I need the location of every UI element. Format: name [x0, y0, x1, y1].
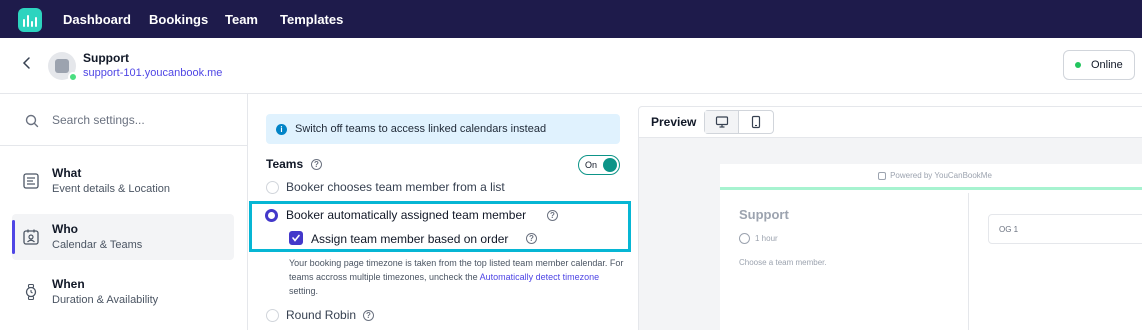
radio-round-robin[interactable]	[266, 309, 279, 322]
status-dot-icon	[1075, 62, 1081, 68]
toggle-knob	[603, 158, 617, 172]
search-icon	[25, 114, 39, 128]
choose-member-text: Choose a team member.	[739, 258, 827, 267]
back-chevron-icon[interactable]	[20, 56, 34, 70]
online-status-button[interactable]: Online	[1063, 50, 1135, 80]
preview-canvas: Powered by YouCanBookMe Support 1 hour C…	[639, 138, 1142, 330]
help-icon[interactable]: ?	[363, 310, 374, 321]
option-label-list: Booker chooses team member from a list	[286, 180, 505, 194]
option-label-round-robin: Round Robin	[286, 308, 357, 322]
info-icon: i	[276, 123, 287, 135]
team-member-option[interactable]: OG 1	[988, 214, 1142, 244]
top-nav: Dashboard Bookings Team Templates	[0, 0, 1142, 38]
nav-team[interactable]: Team	[225, 12, 258, 27]
device-toggle	[704, 110, 774, 134]
settings-sidebar: Search settings... What Event details & …	[0, 94, 248, 330]
sidebar-item-title: What	[52, 166, 82, 180]
status-label: Online	[1091, 59, 1123, 71]
help-icon[interactable]: ?	[311, 159, 322, 170]
desktop-view-button[interactable]	[705, 111, 740, 133]
option-label-auto: Booker automatically assigned team membe…	[286, 208, 527, 222]
booking-page-card: Powered by YouCanBookMe Support 1 hour C…	[720, 164, 1142, 330]
card-title: Support	[739, 207, 789, 222]
auto-timezone-link[interactable]: Automatically detect timezone	[480, 272, 600, 282]
checkbox-assign-by-order[interactable]	[289, 231, 303, 245]
note-suffix: setting.	[289, 286, 319, 296]
app-root: Dashboard Bookings Team Templates Suppor…	[0, 0, 1142, 330]
preview-toolbar: Preview	[639, 107, 1142, 138]
mobile-icon	[751, 115, 761, 129]
preview-panel: Preview Powered by YouCanBookMe Support …	[638, 106, 1142, 330]
sidebar-item-title: Who	[52, 222, 78, 236]
checkbox-label-order: Assign team member based on order	[311, 232, 509, 246]
nav-dashboard[interactable]: Dashboard	[63, 12, 131, 27]
powered-by-text: Powered by YouCanBookMe	[890, 171, 992, 180]
preview-title: Preview	[651, 115, 697, 129]
info-banner-text: Switch off teams to access linked calend…	[295, 123, 547, 135]
radio-auto-assigned[interactable]	[265, 209, 278, 222]
sidebar-item-who[interactable]: Who Calendar & Teams	[12, 214, 234, 260]
page-header: Support support-101.youcanbook.me Online	[0, 38, 1142, 94]
duration-badge: 1 hour	[739, 229, 778, 247]
powered-by-strip: Powered by YouCanBookMe	[720, 164, 1142, 190]
watch-icon	[25, 283, 37, 301]
mobile-view-button[interactable]	[739, 111, 773, 133]
timezone-note: Your booking page timezone is taken from…	[289, 256, 629, 298]
document-icon	[23, 173, 39, 189]
ycbm-logo-icon	[878, 171, 887, 180]
sidebar-item-subtitle: Calendar & Teams	[52, 239, 143, 251]
toggle-label: On	[585, 160, 598, 170]
sidebar-item-what[interactable]: What Event details & Location	[12, 158, 234, 204]
search-bar[interactable]: Search settings...	[0, 94, 248, 146]
booking-url-link[interactable]: support-101.youcanbook.me	[83, 67, 222, 79]
clock-icon	[739, 232, 750, 244]
radio-choose-from-list[interactable]	[266, 181, 279, 194]
sidebar-item-subtitle: Duration & Availability	[52, 294, 159, 306]
teams-label: Teams	[266, 157, 304, 171]
teams-toggle[interactable]: On	[578, 155, 620, 175]
nav-bookings[interactable]: Bookings	[149, 12, 208, 27]
sidebar-item-when[interactable]: When Duration & Availability	[12, 269, 234, 315]
calendar-person-icon	[23, 229, 39, 245]
team-member-name: OG 1	[999, 224, 1019, 234]
page-title: Support	[83, 51, 129, 65]
help-icon[interactable]: ?	[526, 233, 537, 244]
online-dot-icon	[68, 72, 78, 82]
app-logo-icon[interactable]	[18, 8, 42, 32]
sidebar-item-subtitle: Event details & Location	[52, 183, 171, 195]
checkmark-icon	[292, 234, 300, 242]
duration-text: 1 hour	[755, 233, 778, 243]
card-divider	[968, 193, 969, 330]
active-indicator	[12, 220, 15, 254]
info-banner: i Switch off teams to access linked cale…	[266, 114, 620, 144]
nav-templates[interactable]: Templates	[280, 12, 343, 27]
avatar	[48, 52, 78, 82]
help-icon[interactable]: ?	[547, 210, 558, 221]
avatar-image	[55, 59, 69, 73]
desktop-icon	[715, 116, 728, 128]
sidebar-item-title: When	[52, 277, 85, 291]
search-input[interactable]: Search settings...	[52, 113, 145, 127]
